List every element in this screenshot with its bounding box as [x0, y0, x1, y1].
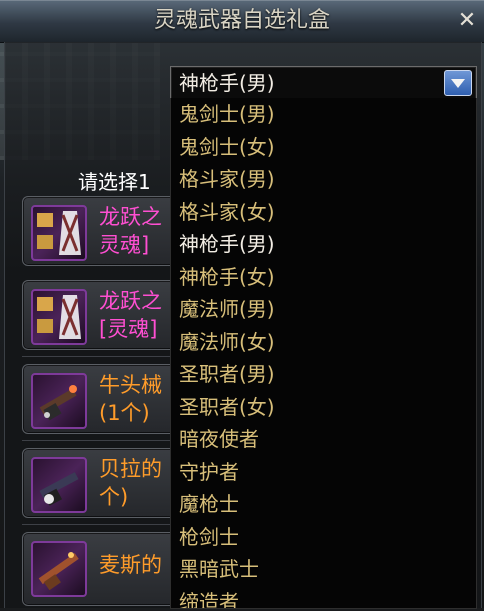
dropdown-option[interactable]: 神枪手(男): [171, 228, 476, 261]
class-dropdown[interactable]: 神枪手(男): [170, 66, 477, 100]
window-title-bar: 灵魂武器自选礼盒 ✕: [0, 0, 484, 43]
dropdown-option[interactable]: 魔枪士: [171, 488, 476, 521]
row-divider: [22, 440, 182, 441]
row-divider: [22, 356, 182, 357]
item-row[interactable]: 龙跃之 灵魂]: [22, 196, 184, 266]
dropdown-option[interactable]: 缔造者: [171, 586, 476, 609]
item-row[interactable]: 贝拉的 个): [22, 448, 184, 518]
item-row[interactable]: 麦斯的: [22, 532, 184, 606]
dropdown-options-list: 鬼剑士(男) 鬼剑士(女) 格斗家(男) 格斗家(女) 神枪手(男) 神枪手(女) 魔法师(…: [170, 98, 477, 609]
item-row[interactable]: 牛头械 (1个): [22, 364, 184, 434]
dropdown-option[interactable]: 格斗家(男): [171, 163, 476, 196]
dropdown-option[interactable]: 枪剑士: [171, 521, 476, 554]
soul-crystal-icon: [31, 289, 87, 345]
dropdown-option[interactable]: 神枪手(女): [171, 261, 476, 294]
dropdown-option[interactable]: 魔法师(男): [171, 293, 476, 326]
close-button[interactable]: ✕: [454, 8, 480, 34]
dropdown-option[interactable]: 黑暗武士: [171, 553, 476, 586]
select-prompt-label: 请选择1: [78, 170, 151, 194]
gun-weapon-icon: [31, 373, 87, 429]
rifle-weapon-icon: [31, 541, 87, 597]
dropdown-option[interactable]: 守护者: [171, 456, 476, 489]
row-divider: [22, 524, 182, 525]
soul-crystal-icon: [31, 205, 87, 261]
dropdown-selected-value: 神枪手(男): [179, 71, 275, 95]
dropdown-option[interactable]: 暗夜使者: [171, 423, 476, 456]
dropdown-option[interactable]: 魔法师(女): [171, 326, 476, 359]
gun-weapon-icon: [31, 457, 87, 513]
dropdown-option[interactable]: 圣职者(男): [171, 358, 476, 391]
dropdown-option[interactable]: 鬼剑士(女): [171, 131, 476, 164]
dropdown-option[interactable]: 圣职者(女): [171, 391, 476, 424]
chevron-down-icon[interactable]: [444, 70, 472, 96]
dropdown-option[interactable]: 格斗家(女): [171, 196, 476, 229]
item-row[interactable]: 龙跃之 [灵魂]: [22, 280, 184, 350]
window-title: 灵魂武器自选礼盒: [153, 8, 330, 33]
dropdown-option[interactable]: 鬼剑士(男): [171, 98, 476, 131]
